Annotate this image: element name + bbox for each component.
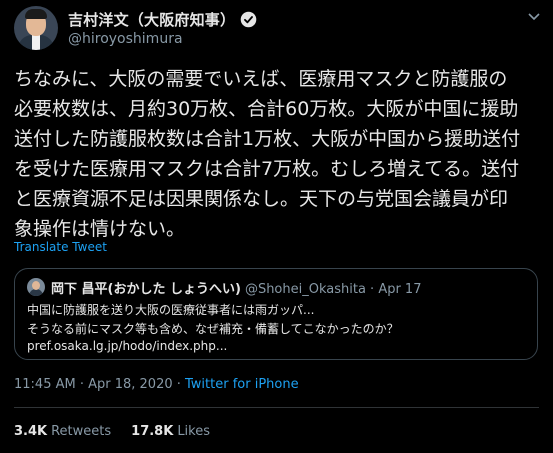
quoted-author-avatar [27,278,45,296]
likes-stat[interactable]: 17.8K Likes [131,424,210,439]
quoted-link-text: pref.osaka.lg.jp/hodo/index.php... [27,339,228,353]
tweet-timestamp[interactable]: 11:45 AM · Apr 18, 2020 · [14,377,185,392]
quoted-author-name: 岡下 昌平(おかした しょうへい) [51,282,241,297]
author-name-row: 吉村洋文（大阪府知事） [68,8,257,30]
quoted-header: 岡下 昌平(おかした しょうへい) @Shohei_Okashita · Apr … [51,278,421,297]
retweets-count: 3.4K [14,424,48,439]
author-handle[interactable]: @hiroyoshimura [68,31,183,47]
quoted-text-line: そうなる前にマスク等も含め、なぜ補充・備蓄してこなかったのか？ [27,322,399,336]
tweet-text: ちなみに、大阪の需要でいえば、医療用マスクと防護服の 必要枚数は、月約30万枚、… [14,68,521,240]
quoted-handle-date: @Shohei_Okashita · Apr 17 [244,282,422,297]
author-avatar[interactable] [14,6,58,50]
quoted-tweet[interactable]: 岡下 昌平(おかした しょうへい) @Shohei_Okashita · Apr … [14,268,538,360]
likes-label: Likes [177,424,211,439]
retweets-label: Retweets [51,424,112,439]
translate-tweet-link[interactable]: Translate Tweet [14,240,107,254]
divider [14,407,539,408]
retweets-stat[interactable]: 3.4K Retweets [14,424,111,439]
tweet-source-link[interactable]: Twitter for iPhone [185,377,299,392]
author-display-name[interactable]: 吉村洋文（大阪府知事） [68,9,235,30]
likes-count: 17.8K [131,424,174,439]
quoted-text-line: 中国に防護服を送り大阪の医療従事者には雨ガッパ... [27,303,315,317]
tweet-card: 吉村洋文（大阪府知事） @hiroyoshimura ちなみに、大阪の需要でいえ… [0,0,553,453]
tweet-stats: 3.4K Retweets 17.8K Likes [14,424,230,439]
verified-badge-icon [240,11,257,28]
chevron-down-icon[interactable] [526,8,542,24]
tweet-meta: 11:45 AM · Apr 18, 2020 · Twitter for iP… [14,377,299,392]
